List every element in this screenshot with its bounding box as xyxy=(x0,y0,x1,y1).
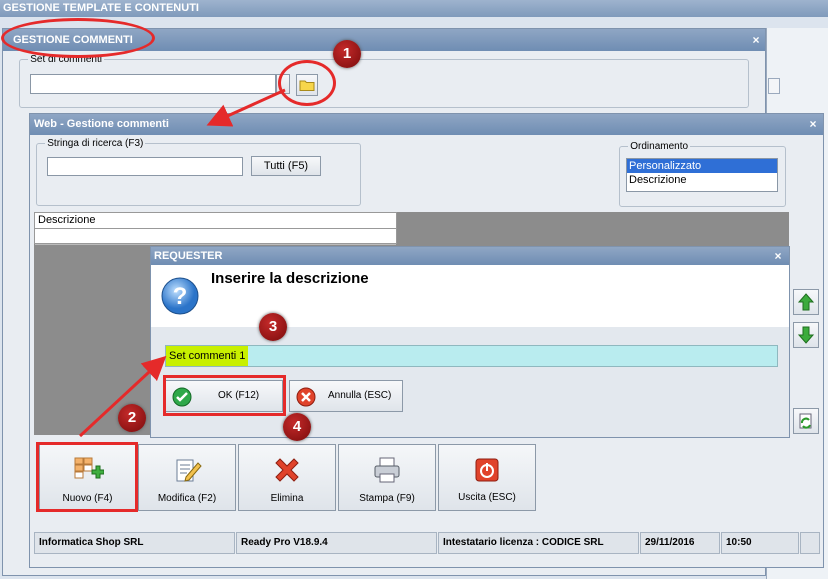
status-license: Intestatario licenza : CODICE SRL xyxy=(438,532,639,554)
close-icon[interactable]: × xyxy=(749,29,763,51)
printer-icon xyxy=(374,457,400,483)
status-date: 29/11/2016 xyxy=(640,532,720,554)
search-label: Stringa di ricerca (F3) xyxy=(47,138,144,149)
uscita-label: Uscita (ESC) xyxy=(458,492,516,503)
description-input[interactable]: Set commenti 1 xyxy=(165,345,778,367)
close-icon[interactable]: × xyxy=(771,245,785,267)
app-title: GESTIONE TEMPLATE E CONTENUTI xyxy=(0,0,828,17)
description-input-value: Set commenti 1 xyxy=(166,346,249,366)
modifica-button[interactable]: Modifica (F2) xyxy=(138,444,236,511)
annotation-ring-folder xyxy=(278,60,336,106)
annotation-box-nuovo xyxy=(36,442,138,512)
set-commenti-field[interactable] xyxy=(30,74,276,94)
grid-row[interactable] xyxy=(35,229,396,245)
ordering-option-personalizzato[interactable]: Personalizzato xyxy=(627,159,777,173)
elimina-label: Elimina xyxy=(270,493,304,504)
ordering-label: Ordinamento xyxy=(630,141,689,152)
arrow-up-icon xyxy=(797,293,815,311)
requester-prompt: Inserire la descrizione xyxy=(211,270,369,287)
requester-title: REQUESTER xyxy=(151,247,789,265)
grid-header: Descrizione xyxy=(34,212,397,245)
svg-text:?: ? xyxy=(173,283,188,310)
status-company: Informatica Shop SRL xyxy=(34,532,235,554)
annotation-marker-3: 3 xyxy=(259,313,287,341)
power-icon xyxy=(475,458,499,482)
ordering-option-descrizione[interactable]: Descrizione xyxy=(627,173,777,187)
question-icon: ? xyxy=(161,277,199,315)
close-icon[interactable]: × xyxy=(806,113,820,135)
status-time: 10:50 xyxy=(721,532,799,554)
annotation-marker-1: 1 xyxy=(333,40,361,68)
stampa-button[interactable]: Stampa (F9) xyxy=(338,444,436,511)
copy-refresh-button[interactable] xyxy=(793,408,819,434)
status-grip xyxy=(800,532,820,554)
stampa-label: Stampa (F9) xyxy=(359,493,415,504)
arrow-down-icon xyxy=(797,326,815,344)
annotation-marker-4: 4 xyxy=(283,413,311,441)
annulla-label: Annulla (ESC) xyxy=(328,390,392,401)
background-tab xyxy=(768,78,780,94)
ordering-list[interactable]: Personalizzato Descrizione xyxy=(626,158,778,192)
web-title: Web - Gestione commenti xyxy=(30,114,823,135)
search-input[interactable] xyxy=(47,157,243,176)
status-version: Ready Pro V18.9.4 xyxy=(236,532,437,554)
move-down-button[interactable] xyxy=(793,322,819,348)
grid-column-descrizione[interactable]: Descrizione xyxy=(35,213,396,229)
edit-icon xyxy=(176,459,202,482)
delete-x-icon xyxy=(275,458,299,482)
annotation-box-ok xyxy=(163,375,286,416)
annulla-button[interactable]: Annulla (ESC) xyxy=(289,380,403,412)
uscita-button[interactable]: Uscita (ESC) xyxy=(438,444,536,511)
copy-refresh-icon xyxy=(799,413,812,429)
move-up-button[interactable] xyxy=(793,289,819,315)
tutti-button[interactable]: Tutti (F5) xyxy=(251,156,321,176)
annotation-marker-2: 2 xyxy=(118,404,146,432)
cancel-icon xyxy=(296,387,316,407)
annotation-ring-title xyxy=(1,18,155,58)
elimina-button[interactable]: Elimina xyxy=(238,444,336,511)
modifica-label: Modifica (F2) xyxy=(157,493,217,504)
